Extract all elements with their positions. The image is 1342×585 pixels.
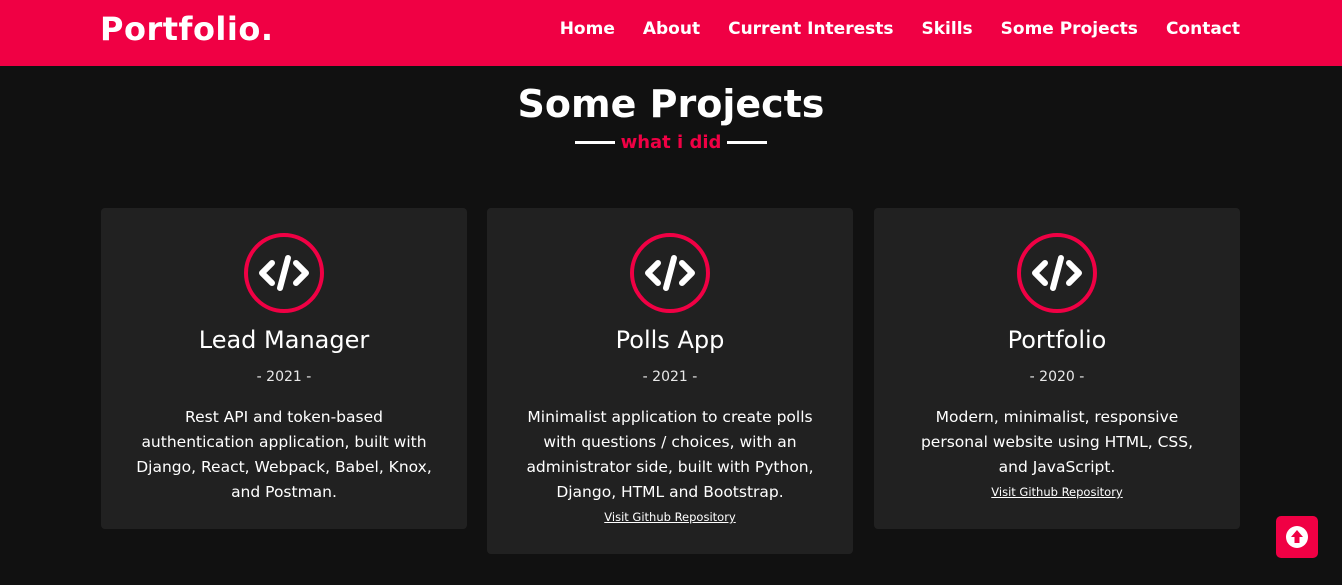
arrow-up-icon <box>1286 526 1308 548</box>
project-description: Rest API and token-based authentication … <box>136 408 432 501</box>
project-title: Lead Manager <box>198 326 370 354</box>
code-icon <box>1017 233 1097 313</box>
main-menu: Home About Current Interests Skills Some… <box>560 19 1240 39</box>
subtitle-divider-left <box>574 141 615 144</box>
navbar: Portfolio. Home About Current Interests … <box>0 0 1342 66</box>
site-logo[interactable]: Portfolio. <box>100 10 274 48</box>
section-subtitle: what i did <box>620 132 722 153</box>
project-year: - 2021 - <box>642 369 698 385</box>
nav-contact[interactable]: Contact <box>1166 19 1240 39</box>
scroll-to-top-button[interactable] <box>1276 516 1318 558</box>
nav-home[interactable]: Home <box>560 19 615 39</box>
code-icon <box>244 233 324 313</box>
github-repo-link[interactable]: Visit Github Repository <box>487 510 853 524</box>
project-description: Modern, minimalist, responsive personal … <box>920 408 1194 476</box>
nav-about[interactable]: About <box>643 19 700 39</box>
nav-skills[interactable]: Skills <box>921 19 972 39</box>
section-title: Some Projects <box>517 82 825 126</box>
project-description: Minimalist application to create polls w… <box>526 408 814 501</box>
section-subtitle-row: what i did <box>0 132 1342 153</box>
nav-current-interests[interactable]: Current Interests <box>728 19 893 39</box>
project-year: - 2020 - <box>1029 369 1085 385</box>
project-title: Polls App <box>615 326 725 354</box>
project-year: - 2021 - <box>256 369 312 385</box>
nav-some-projects[interactable]: Some Projects <box>1001 19 1138 39</box>
subtitle-divider-right <box>727 141 768 144</box>
project-title: Portfolio <box>1007 326 1107 354</box>
project-card-lead-manager: Lead Manager - 2021 - Rest API and token… <box>101 208 467 529</box>
project-card-polls-app: Polls App - 2021 - Minimalist applicatio… <box>487 208 853 554</box>
project-card-portfolio: Portfolio - 2020 - Modern, minimalist, r… <box>874 208 1240 529</box>
github-repo-link[interactable]: Visit Github Repository <box>874 485 1240 499</box>
code-icon <box>630 233 710 313</box>
